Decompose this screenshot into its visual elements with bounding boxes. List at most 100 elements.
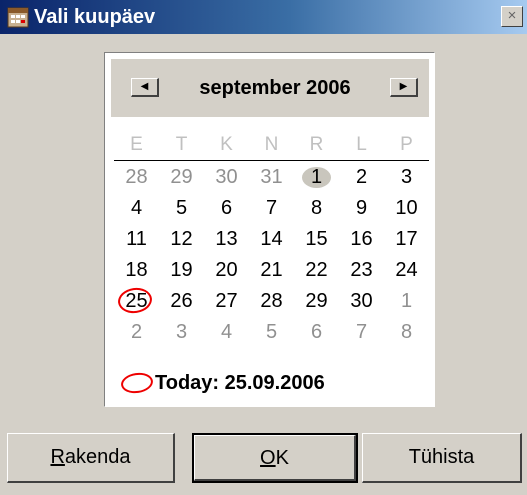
day-cell[interactable]: 20: [204, 255, 249, 286]
day-number: 13: [215, 228, 238, 250]
day-cell[interactable]: 29: [159, 162, 204, 193]
day-number: 26: [170, 290, 193, 312]
day-cell[interactable]: 15: [294, 224, 339, 255]
day-number: 29: [170, 166, 193, 188]
day-number: 10: [395, 197, 418, 219]
ok-button-face: OK: [194, 435, 356, 481]
day-cell[interactable]: 28: [114, 162, 159, 193]
day-cell[interactable]: 14: [249, 224, 294, 255]
day-number: 29: [305, 290, 328, 312]
left-arrow-icon: ◀: [140, 81, 149, 92]
day-number: 9: [355, 197, 368, 219]
day-number: 4: [130, 197, 143, 219]
weekday-label: N: [264, 134, 279, 155]
day-number: 27: [215, 290, 238, 312]
day-cell[interactable]: 18: [114, 255, 159, 286]
calendar-app-icon: [7, 7, 29, 28]
day-number: 12: [170, 228, 193, 250]
weekday-label: L: [356, 134, 367, 155]
weekday-label: R: [309, 134, 324, 155]
day-cell[interactable]: 1: [294, 162, 339, 193]
day-cell[interactable]: 29: [294, 286, 339, 317]
day-number: 2: [130, 321, 143, 343]
weekday-label: K: [220, 134, 233, 155]
ok-button[interactable]: OK: [192, 433, 358, 483]
day-number: 14: [260, 228, 283, 250]
calendar-panel: ◀ september 2006 ▶ E T K N R L P 28 29 30 3…: [104, 52, 435, 407]
day-number: 1: [400, 290, 413, 312]
title-bar[interactable]: Vali kuupäev ×: [0, 0, 527, 34]
day-cell[interactable]: 26: [159, 286, 204, 317]
day-number: 23: [350, 259, 373, 281]
next-month-button[interactable]: ▶: [390, 78, 418, 97]
day-cell[interactable]: 23: [339, 255, 384, 286]
day-number: 7: [265, 197, 278, 219]
right-arrow-icon: ▶: [399, 81, 408, 92]
day-number: 19: [170, 259, 193, 281]
apply-button[interactable]: Rakenda: [7, 433, 175, 483]
day-cell[interactable]: 8: [294, 193, 339, 224]
day-number: 31: [260, 166, 283, 188]
day-number: 21: [260, 259, 283, 281]
day-cell[interactable]: 8: [384, 317, 429, 348]
day-number: 24: [395, 259, 418, 281]
day-cell[interactable]: 13: [204, 224, 249, 255]
day-number: 5: [265, 321, 278, 343]
weekday-label: P: [400, 134, 413, 155]
day-cell[interactable]: 31: [249, 162, 294, 193]
cancel-button[interactable]: Tühista: [362, 433, 522, 483]
close-button[interactable]: ×: [501, 6, 523, 27]
day-cell[interactable]: 4: [204, 317, 249, 348]
day-cell[interactable]: 25: [114, 285, 159, 317]
day-number: 4: [220, 321, 233, 343]
day-cell[interactable]: 30: [339, 286, 384, 317]
weekday-label: T: [175, 134, 188, 155]
day-cell[interactable]: 9: [339, 193, 384, 224]
day-number: 3: [175, 321, 188, 343]
day-number: 15: [305, 228, 328, 250]
date-picker-dialog: Vali kuupäev × ◀ september 2006 ▶ E T K …: [0, 0, 527, 495]
day-cell[interactable]: 22: [294, 255, 339, 286]
day-number: 28: [260, 290, 283, 312]
day-cell[interactable]: 28: [249, 286, 294, 317]
day-cell[interactable]: 4: [114, 193, 159, 224]
day-number: 17: [395, 228, 418, 250]
day-cell[interactable]: 6: [204, 193, 249, 224]
day-number: 3: [400, 166, 413, 188]
day-cell[interactable]: 16: [339, 224, 384, 255]
day-cell[interactable]: 5: [159, 193, 204, 224]
weekday-label: E: [130, 134, 143, 155]
day-cell[interactable]: 24: [384, 255, 429, 286]
today-circle-icon: [119, 370, 155, 396]
day-cell[interactable]: 21: [249, 255, 294, 286]
window-title: Vali kuupäev: [34, 6, 156, 28]
previous-month-button[interactable]: ◀: [131, 78, 159, 97]
day-cell[interactable]: 2: [339, 162, 384, 193]
day-cell[interactable]: 7: [339, 317, 384, 348]
day-cell[interactable]: 3: [384, 162, 429, 193]
day-number: 11: [126, 228, 147, 250]
day-number: 30: [350, 290, 373, 312]
day-number: 20: [215, 259, 238, 281]
day-cell[interactable]: 5: [249, 317, 294, 348]
apply-label: akenda: [64, 446, 131, 468]
day-cell[interactable]: 27: [204, 286, 249, 317]
day-cell[interactable]: 12: [159, 224, 204, 255]
day-number: 8: [310, 197, 323, 219]
today-marker-circle: [116, 285, 154, 316]
day-cell[interactable]: 30: [204, 162, 249, 193]
day-cell[interactable]: 6: [294, 317, 339, 348]
day-cell[interactable]: 1: [384, 286, 429, 317]
day-cell[interactable]: 10: [384, 193, 429, 224]
day-cell[interactable]: 19: [159, 255, 204, 286]
day-number: 8: [400, 321, 413, 343]
day-cell[interactable]: 2: [114, 317, 159, 348]
day-cell[interactable]: 17: [384, 224, 429, 255]
day-number: 2: [355, 166, 368, 188]
month-year-label: september 2006: [199, 77, 351, 99]
day-number: 1: [310, 166, 323, 188]
day-cell[interactable]: 11: [114, 224, 159, 255]
calendar-header: ◀ september 2006 ▶: [111, 59, 429, 117]
day-cell[interactable]: 3: [159, 317, 204, 348]
day-cell[interactable]: 7: [249, 193, 294, 224]
